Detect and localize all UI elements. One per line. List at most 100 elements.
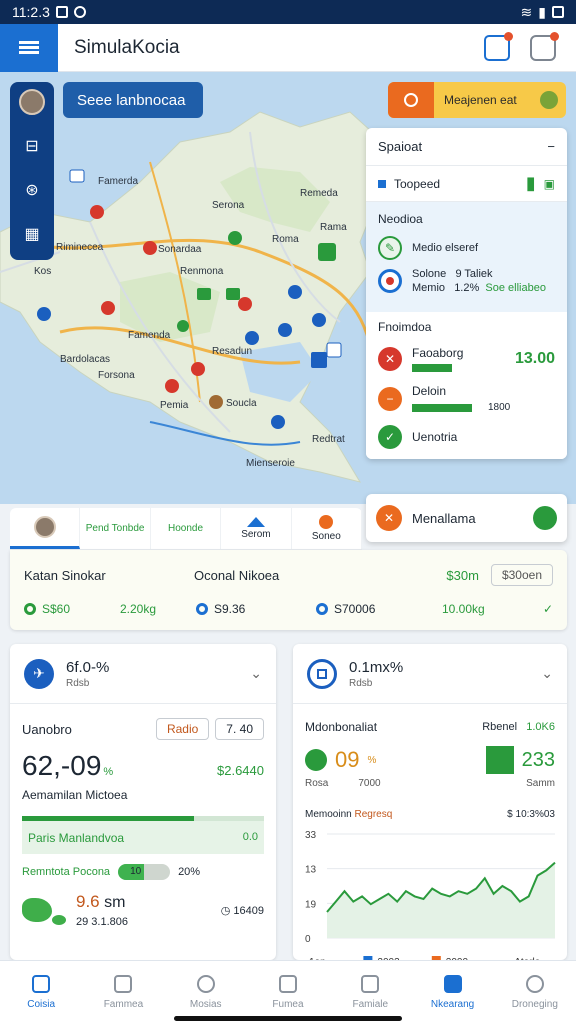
filter-pill[interactable]: Radio bbox=[155, 718, 210, 740]
panel-header: Spaioat − bbox=[366, 128, 567, 166]
share-icon[interactable] bbox=[484, 31, 513, 61]
tab-label: Hoonde bbox=[168, 523, 204, 534]
panel-row[interactable]: Toopeed ▮ ▣ bbox=[366, 166, 567, 202]
section-item-label: Medio elseref bbox=[412, 242, 479, 254]
card-head-sub: Rdsb bbox=[66, 677, 90, 689]
home-icon bbox=[32, 975, 51, 993]
card-head-sub: Rdsb bbox=[349, 677, 373, 689]
promo-banner[interactable]: Meajenen eat bbox=[388, 82, 566, 118]
finance-item-label: Faoaborg bbox=[412, 346, 464, 360]
band-label: Paris Manlandvoa bbox=[28, 831, 125, 845]
finance-item[interactable]: − Deloin 1800 bbox=[366, 378, 567, 419]
map-label: Kos bbox=[34, 266, 52, 277]
filter-pill[interactable]: 7. 40 bbox=[215, 718, 264, 740]
map-label: Famerda bbox=[98, 176, 139, 187]
nav-selected[interactable]: Nkearang bbox=[411, 961, 493, 1024]
panel-row-label: Toopeed bbox=[394, 176, 441, 191]
summary-button[interactable]: $30oen bbox=[490, 564, 553, 586]
navigate-button[interactable] bbox=[533, 506, 557, 530]
card-head-value: 6f.0-% bbox=[66, 658, 110, 676]
info-panel: Spaioat − Toopeed ▮ ▣ Neodioa ✎ Medio el… bbox=[366, 128, 567, 459]
menu-button[interactable] bbox=[0, 23, 58, 72]
nav-compass[interactable]: Mosias bbox=[165, 961, 247, 1024]
nav-profile[interactable]: Droneging bbox=[494, 961, 576, 1024]
shield-icon bbox=[305, 749, 327, 771]
image-icon: ▣ bbox=[543, 176, 555, 191]
calendar-icon[interactable]: ▦ bbox=[16, 218, 48, 250]
nav-label: Coisia bbox=[27, 999, 56, 1010]
target-icon bbox=[378, 269, 402, 293]
finance-item[interactable]: ✕ Faoaborg 13.00 bbox=[366, 340, 567, 378]
tag-icon bbox=[443, 975, 462, 993]
map-shape-icon bbox=[52, 915, 66, 925]
progress-band: Paris Manlandvoa 0.0 bbox=[22, 816, 264, 854]
tab-pend[interactable]: Pend Tonbde bbox=[80, 508, 151, 549]
y-tick-label: 19 bbox=[305, 899, 317, 910]
profile-avatar[interactable] bbox=[16, 86, 48, 118]
wifi-icon: ≋ bbox=[520, 3, 533, 20]
nav-images[interactable]: Fammea bbox=[82, 961, 164, 1024]
tab-serom[interactable]: Serom bbox=[221, 508, 292, 549]
section-item[interactable]: ✎ Medio elseref bbox=[378, 236, 555, 260]
place-card[interactable]: ✕ Menallama bbox=[366, 494, 567, 542]
map-label: Remeda bbox=[300, 188, 338, 199]
summary-item-label: S$60 bbox=[42, 602, 71, 616]
line-chart: 33131901on20032000Aterla bbox=[305, 830, 556, 960]
map-label: Riminecea bbox=[56, 242, 104, 253]
leaf-icon: ✎ bbox=[378, 236, 402, 260]
chevron-down-icon[interactable]: ✓ bbox=[543, 602, 553, 616]
card-header[interactable]: 0.1mx% Rdsb ⌄ bbox=[293, 644, 567, 704]
collapse-button[interactable]: − bbox=[547, 139, 555, 154]
summary-item-label: S70006 bbox=[334, 602, 376, 616]
section-title: Neodioa bbox=[378, 212, 423, 226]
map-search-button[interactable]: Seee lanbnocaa bbox=[63, 82, 203, 118]
square-icon bbox=[378, 179, 386, 188]
tab-profile[interactable] bbox=[10, 508, 81, 549]
place-label: Menallama bbox=[412, 510, 476, 526]
map-label: Sonardaa bbox=[158, 244, 202, 255]
stats-card-left: ✈ 6f.0-% Rdsb ⌄ Uanobro Radio 7. 40 62,-… bbox=[10, 644, 276, 960]
chevron-down-icon[interactable]: ⌄ bbox=[250, 665, 262, 682]
card-sub-label: Aemamilan Mictoea bbox=[22, 788, 128, 802]
map-label: Renmona bbox=[180, 266, 224, 277]
folder-icon bbox=[361, 975, 380, 993]
tab-hoonde[interactable]: Hoonde bbox=[151, 508, 222, 549]
notification-icon bbox=[55, 6, 68, 18]
map-label: Redtrat bbox=[312, 434, 345, 445]
row-right-label: Rbenel bbox=[482, 721, 518, 733]
foot-right: 16409 bbox=[233, 904, 264, 917]
battery-icon bbox=[552, 6, 564, 18]
stat-b-value: 1.2% bbox=[454, 282, 480, 294]
map-label: Mienseroie bbox=[246, 458, 295, 469]
sun-icon bbox=[319, 515, 334, 529]
finance-item[interactable]: ✓ Uenotria bbox=[366, 419, 567, 459]
app-title: SimulaKocia bbox=[74, 36, 180, 58]
status-bar: 11:2.3 ≋ ▮ bbox=[0, 0, 576, 24]
coin-icon: − bbox=[378, 386, 402, 411]
chevron-down-icon[interactable]: ⌄ bbox=[541, 665, 553, 682]
tab-soneo[interactable]: Soneo bbox=[292, 508, 363, 549]
map-label: Pemia bbox=[160, 400, 189, 411]
compass-icon[interactable]: ⊛ bbox=[16, 174, 48, 206]
clock-icon: ◷ bbox=[220, 904, 231, 917]
nav-home[interactable]: Coisia bbox=[0, 961, 82, 1024]
tab-bar: Pend Tonbde Hoonde Serom Soneo bbox=[10, 508, 363, 550]
stat-row: Solone 9 Taliek Memio 1.2% Soe elliabeo bbox=[378, 268, 555, 294]
alert-badge bbox=[550, 31, 559, 41]
nav-docs[interactable]: Fumea bbox=[247, 961, 329, 1024]
card-row-label: Uanobro bbox=[22, 721, 72, 737]
finance-bar bbox=[412, 364, 452, 372]
big-value: 62,-09 bbox=[22, 750, 102, 781]
card-header[interactable]: ✈ 6f.0-% Rdsb ⌄ bbox=[10, 644, 276, 704]
nav-label: Droneging bbox=[511, 999, 558, 1010]
panel-title: Spaioat bbox=[378, 139, 423, 154]
map-tool-rail: ⊟ ⊛ ▦ bbox=[10, 82, 54, 260]
chart-right-label: $ 10:3%03 bbox=[507, 809, 555, 820]
progress-track: 10 bbox=[118, 864, 171, 880]
bottom-nav: Coisia Fammea Mosias Fumea Famiale Nkear… bbox=[0, 960, 576, 1024]
shield-icon[interactable] bbox=[530, 31, 559, 61]
map-label: Roma bbox=[272, 234, 299, 245]
layers-icon[interactable]: ⊟ bbox=[16, 130, 48, 162]
nav-files[interactable]: Famiale bbox=[329, 961, 411, 1024]
metric-2: 233 bbox=[521, 748, 555, 771]
